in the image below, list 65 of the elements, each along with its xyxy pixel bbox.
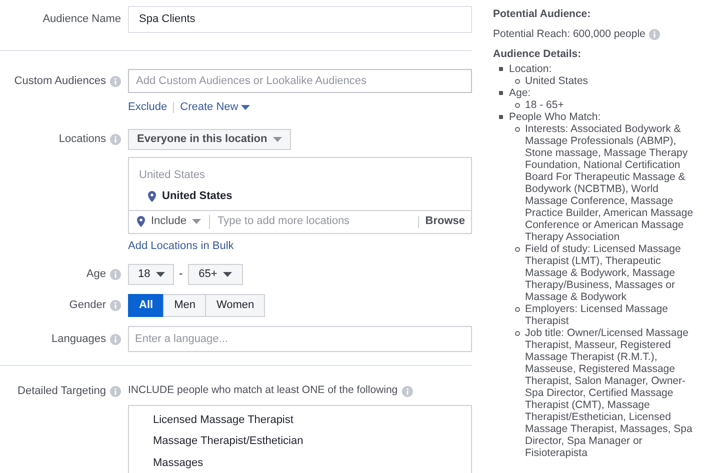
potential-reach: Potential Reach: 600,000 people bbox=[493, 28, 646, 40]
location-group-label: United States bbox=[138, 168, 206, 182]
field-label: Audience Name bbox=[42, 12, 121, 28]
gender-option[interactable]: Men bbox=[163, 294, 206, 317]
caret-icon bbox=[241, 104, 250, 110]
language-field[interactable]: Enter a language... bbox=[128, 326, 472, 352]
field-label: Gender bbox=[69, 298, 106, 314]
field-label: Custom Audiences bbox=[14, 74, 106, 89]
bullet-icon bbox=[514, 247, 520, 252]
detail-text: Age: bbox=[509, 87, 532, 99]
bullet-icon bbox=[514, 103, 520, 108]
max-age-dropdown[interactable]: 65+ bbox=[188, 264, 243, 285]
info-icon bbox=[110, 134, 121, 144]
detail-text: Interests: Associated Bodywork & Massage Professionals (ABMP), Stone massage, Massage Therapy Foundation, National Certification Board For Therapeutic Massage & Bodywork (NCBTMB), World Massage Conference, Massage Practice Builder, American Massage Conference or American Massage Therapy Association bbox=[525, 123, 694, 243]
info-icon bbox=[402, 386, 413, 397]
location-search-field[interactable]: Type to add more locations bbox=[210, 213, 418, 230]
browse-button[interactable]: Browse bbox=[419, 213, 471, 230]
field-label: Locations bbox=[58, 132, 106, 147]
info-icon bbox=[110, 269, 121, 280]
targeting-item[interactable]: Massages bbox=[153, 454, 471, 471]
pin-icon bbox=[137, 216, 145, 227]
audience-name-field[interactable]: Spa Clients bbox=[139, 11, 196, 28]
detail-text: Location: bbox=[509, 63, 553, 75]
location-mode-dropdown[interactable]: Everyone in this location bbox=[128, 128, 292, 150]
detail-text: United States bbox=[525, 75, 590, 87]
gender-option[interactable]: Women bbox=[205, 294, 266, 317]
bullet-icon bbox=[499, 115, 503, 119]
caret-icon bbox=[192, 219, 202, 224]
targeting-item[interactable]: Massage Therapist/Esthetician bbox=[153, 433, 471, 450]
caret-icon bbox=[273, 136, 282, 142]
bullet-icon bbox=[514, 331, 520, 336]
custom-audiences-field[interactable]: Add Custom Audiences or Lookalike Audiences bbox=[128, 69, 472, 93]
targeting-hint: INCLUDE people who match at least ONE of the following bbox=[128, 383, 398, 398]
gender-option[interactable]: All bbox=[128, 294, 164, 317]
potential-audience-title: Potential Audience: bbox=[493, 8, 592, 20]
audience-details-title: Audience Details: bbox=[493, 48, 582, 60]
field-label: Age bbox=[86, 267, 106, 282]
bullet-icon bbox=[514, 127, 520, 132]
detail-text: Field of study: Licensed Massage Therapist (LMT), Therapeutic Massage & Bodywork, Massage Therapy/Business, Massages or Massage & Bodywork bbox=[525, 243, 682, 303]
detail-text: Job title: Owner/Licensed Massage Therapist, Masseur, Registered Massage Therapist (R.M.T.), Masseuse, Registered Massage Therapist, Salon Manager, Owner-Spa Director, Certified Massage Therapist (CMT), Massage Therapist/Esthetician, Licensed Massage Therapist, Massages, Spa Director, Spa Manager or Fisioterapista bbox=[525, 327, 694, 459]
detail-text: 18 - 65+ bbox=[525, 99, 565, 111]
field-label: Detailed Targeting bbox=[18, 384, 106, 399]
caret-icon bbox=[223, 272, 232, 277]
bullet-icon bbox=[499, 67, 503, 71]
selected-location: United States bbox=[162, 189, 232, 204]
pin-icon bbox=[148, 190, 156, 202]
detail-text: Employers: Licensed Massage Therapist bbox=[525, 303, 669, 327]
info-icon bbox=[110, 76, 121, 86]
info-icon bbox=[110, 386, 121, 397]
audience-link[interactable]: Create New bbox=[180, 99, 250, 116]
age-separator: - bbox=[178, 267, 184, 282]
info-icon bbox=[110, 300, 121, 311]
bullet-icon bbox=[499, 91, 503, 95]
audience-link[interactable]: Exclude bbox=[128, 99, 168, 116]
bullet-icon bbox=[514, 307, 520, 312]
field-label: Languages bbox=[52, 332, 106, 347]
targeting-item[interactable]: Licensed Massage Therapist bbox=[153, 412, 471, 428]
include-dropdown[interactable]: Include bbox=[129, 213, 210, 230]
add-locations-bulk-link[interactable]: Add Locations in Bulk bbox=[128, 238, 234, 254]
info-icon bbox=[649, 28, 660, 40]
caret-icon bbox=[156, 272, 166, 277]
info-icon bbox=[110, 334, 121, 344]
detail-text: People Who Match: bbox=[509, 111, 602, 123]
bullet-icon bbox=[514, 79, 520, 84]
min-age-dropdown[interactable]: 18 bbox=[128, 264, 174, 285]
